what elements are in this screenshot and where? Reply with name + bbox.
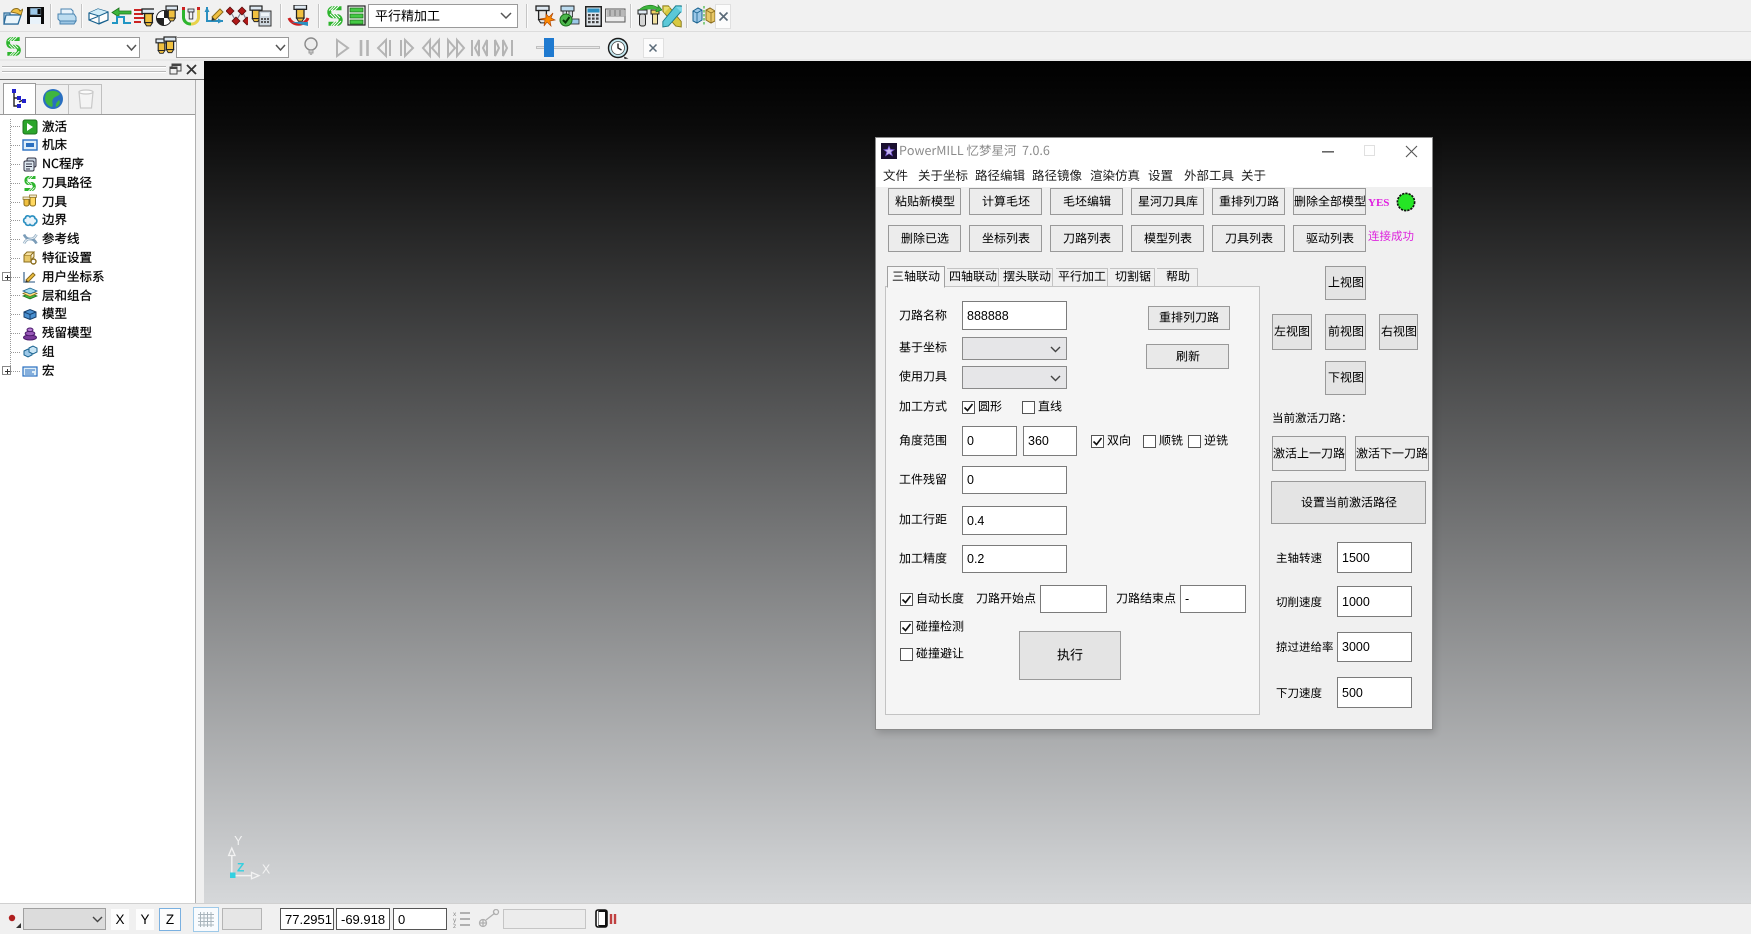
svg-text:z: z [453, 923, 456, 929]
svg-text:Y: Y [234, 834, 243, 848]
svg-text:Z: Z [237, 861, 244, 875]
svg-text:X: X [262, 863, 271, 877]
